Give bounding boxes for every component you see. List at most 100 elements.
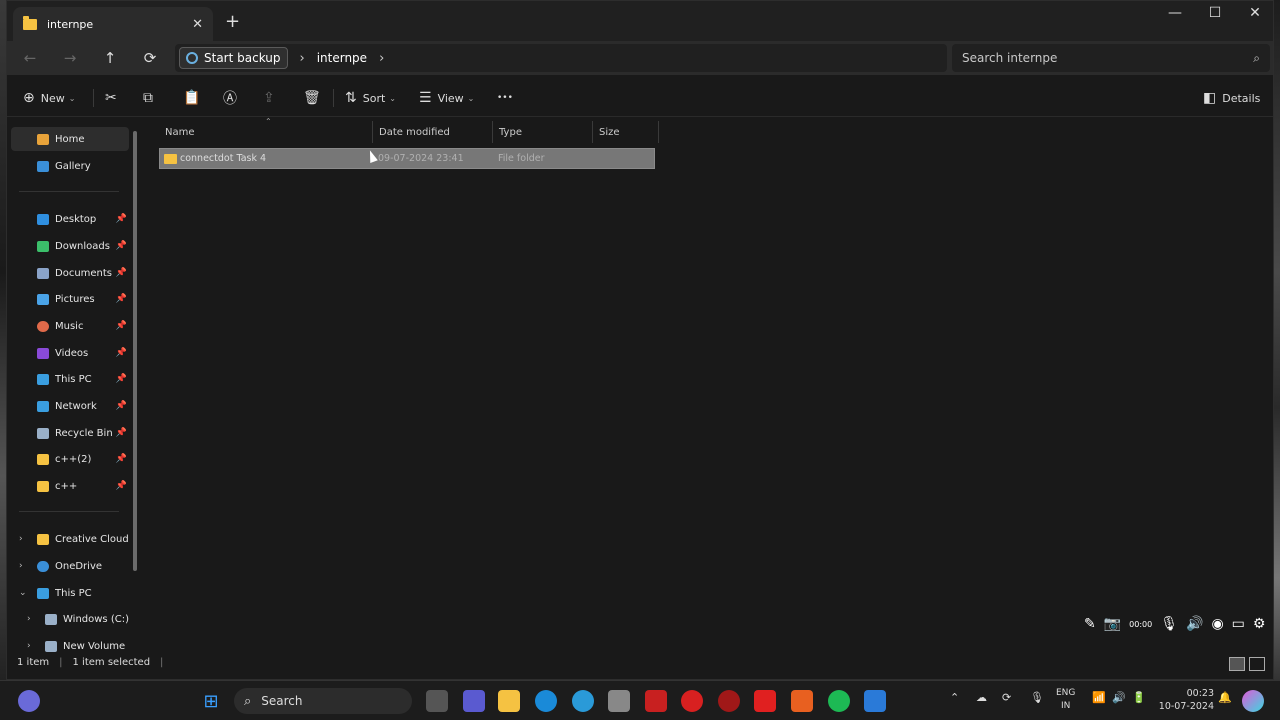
table-row[interactable]: connectdot Task 4 09-07-2024 23:41 File … [159, 148, 655, 169]
sort-button[interactable]: ⇅ Sort ⌄ [345, 87, 396, 109]
up-button[interactable]: ↑ [95, 45, 125, 71]
column-header-name[interactable]: Name [159, 121, 373, 143]
microphone-icon[interactable]: 🎙 [1160, 616, 1178, 632]
notification-icon[interactable]: 🔔 [1218, 691, 1232, 704]
taskbar-search[interactable]: ⌕ Search [234, 688, 412, 714]
sort-icon: ⇅ [345, 90, 357, 106]
sidebar-item-pictures[interactable]: Pictures 📌 [11, 287, 129, 311]
paste-button[interactable]: 📋 [183, 87, 206, 109]
maximize-button[interactable]: ☐ [1195, 5, 1235, 21]
column-header-date-modified[interactable]: Date modified [373, 121, 493, 143]
sidebar-item-videos[interactable]: Videos 📌 [11, 341, 129, 365]
edge-browser-icon[interactable] [535, 690, 557, 712]
wifi-icon[interactable]: 📶 [1092, 691, 1106, 704]
opera-icon[interactable] [681, 690, 703, 712]
sidebar-item-windows-c[interactable]: › Windows (C:) [11, 607, 129, 631]
tab-close-icon[interactable]: ✕ [192, 17, 203, 32]
rename-button[interactable]: Ⓐ [223, 87, 243, 109]
chevron-right-icon[interactable]: › [27, 641, 31, 651]
webcam-icon[interactable]: ◉ [1211, 616, 1223, 632]
sidebar-item-documents[interactable]: Documents 📌 [11, 261, 129, 285]
copy-button[interactable]: ⧉ [143, 87, 159, 109]
more-options-button[interactable]: ••• [497, 87, 513, 109]
share-button[interactable]: ⇪ [263, 87, 281, 109]
chevron-right-icon[interactable]: › [27, 614, 31, 624]
cloud-icon[interactable]: ☁ [976, 691, 987, 704]
chevron-up-icon[interactable]: ⌃ [950, 691, 959, 704]
microphone-icon[interactable]: 🎙 [1030, 691, 1044, 704]
file-name: connectdot Task 4 [180, 153, 267, 164]
store-icon[interactable] [608, 690, 630, 712]
chevron-right-icon[interactable]: › [19, 534, 23, 544]
chrome-icon[interactable] [572, 690, 594, 712]
sidebar-item-gallery[interactable]: Gallery [11, 154, 129, 178]
minimize-button[interactable]: — [1155, 5, 1195, 21]
column-header-type[interactable]: Type [493, 121, 593, 143]
new-tab-button[interactable]: + [225, 11, 240, 32]
camera-icon[interactable]: 📷 [1104, 616, 1121, 632]
start-windows-icon[interactable]: ⊞ [200, 690, 222, 712]
chevron-right-icon[interactable]: › [19, 561, 23, 571]
language-indicator[interactable]: ENG IN [1056, 687, 1075, 713]
sidebar-item-music[interactable]: Music 📌 [11, 314, 129, 338]
copilot-icon[interactable] [1242, 690, 1264, 712]
sidebar-item-this-pc-tree[interactable]: ⌄ This PC [11, 581, 129, 605]
opera-gx-icon[interactable] [718, 690, 740, 712]
youtube-icon[interactable] [754, 690, 776, 712]
cut-button[interactable]: ✂ [105, 87, 123, 109]
close-window-button[interactable]: ✕ [1235, 5, 1275, 21]
battery-icon[interactable]: 🔋 [1132, 691, 1146, 704]
pictures-icon [37, 293, 49, 305]
new-button[interactable]: ⊕ New ⌄ [23, 87, 75, 109]
back-button[interactable]: ← [15, 45, 45, 71]
sidebar-item-recycle-bin[interactable]: Recycle Bin 📌 [11, 421, 129, 445]
start-backup-button[interactable]: Start backup [179, 47, 288, 69]
pen-icon[interactable]: ✎ [1084, 616, 1096, 632]
sidebar-item-creative-cloud[interactable]: › Creative Cloud F [11, 527, 129, 551]
breadcrumb-chevron-icon[interactable]: › [379, 51, 384, 66]
sidebar-item-cpp2[interactable]: c++(2) 📌 [11, 447, 129, 471]
mcafee-icon[interactable] [645, 690, 667, 712]
address-bar[interactable]: Start backup › internpe › [175, 44, 947, 72]
speaker-icon[interactable]: 🔊 [1186, 616, 1203, 632]
sidebar-item-this-pc[interactable]: This PC 📌 [11, 367, 129, 391]
breadcrumb-chevron-icon[interactable]: › [300, 51, 305, 66]
column-header-size[interactable]: Size [593, 121, 659, 143]
sidebar-item-onedrive[interactable]: › OneDrive [11, 554, 129, 578]
teams-icon[interactable] [463, 690, 485, 712]
forward-button[interactable]: → [55, 45, 85, 71]
spotify-icon[interactable] [828, 690, 850, 712]
window-icon[interactable]: ▭ [1232, 616, 1245, 632]
sidebar-item-new-volume[interactable]: › New Volume (I [11, 634, 129, 655]
details-button[interactable]: ◧ Details [1203, 87, 1260, 109]
details-view-icon[interactable] [1229, 657, 1245, 671]
widgets-icon[interactable] [18, 690, 40, 712]
vscode-icon[interactable] [864, 690, 886, 712]
file-explorer-icon[interactable] [498, 690, 520, 712]
clock[interactable]: 00:23 10-07-2024 [1158, 687, 1214, 713]
sidebar-item-cpp[interactable]: c++ 📌 [11, 474, 129, 498]
task-view-icon[interactable] [426, 690, 448, 712]
gear-icon[interactable]: ⚙ [1253, 616, 1266, 632]
sync-icon[interactable]: ⟳ [1002, 691, 1011, 704]
drive-icon [45, 640, 57, 652]
refresh-button[interactable]: ⟳ [135, 45, 165, 71]
tiles-view-icon[interactable] [1249, 657, 1265, 671]
volume-icon[interactable]: 🔊 [1112, 691, 1126, 704]
search-input[interactable] [962, 51, 1254, 65]
chevron-down-icon[interactable]: ⌄ [19, 588, 27, 598]
pin-icon: 📌 [115, 294, 127, 304]
brave-icon[interactable] [791, 690, 813, 712]
search-icon[interactable]: ⌕ [1253, 51, 1260, 66]
breadcrumb-internpe[interactable]: internpe [317, 51, 367, 65]
view-button[interactable]: ☰ View ⌄ [419, 87, 474, 109]
sidebar-item-home[interactable]: Home [11, 127, 129, 151]
sidebar-item-network[interactable]: Network 📌 [11, 394, 129, 418]
tab-internpe[interactable]: internpe ✕ [13, 7, 213, 41]
sidebar-item-desktop[interactable]: Desktop 📌 [11, 207, 129, 231]
search-box[interactable]: ⌕ [952, 44, 1270, 72]
delete-button[interactable]: 🗑 [303, 87, 327, 109]
sidebar-scrollbar[interactable] [133, 131, 137, 571]
divider [93, 89, 94, 107]
sidebar-item-downloads[interactable]: Downloads 📌 [11, 234, 129, 258]
